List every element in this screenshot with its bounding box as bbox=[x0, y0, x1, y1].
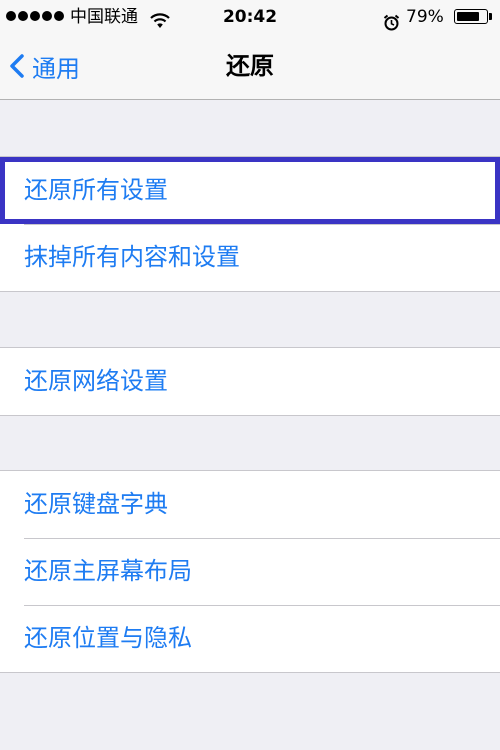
list-item-label: 还原网络设置 bbox=[24, 367, 168, 395]
list-item-label: 还原键盘字典 bbox=[24, 490, 168, 518]
list-item-label: 抹掉所有内容和设置 bbox=[24, 243, 240, 271]
other-reset-group: 还原键盘字典 还原主屏幕布局 还原位置与隐私 bbox=[0, 470, 500, 673]
network-group: 还原网络设置 bbox=[0, 347, 500, 416]
reset-keyboard-dictionary-button[interactable]: 还原键盘字典 bbox=[0, 471, 500, 538]
reset-network-settings-button[interactable]: 还原网络设置 bbox=[0, 348, 500, 415]
list-item-label: 还原所有设置 bbox=[24, 176, 168, 204]
reset-location-privacy-button[interactable]: 还原位置与隐私 bbox=[0, 605, 500, 672]
battery-percentage: 79% bbox=[406, 7, 444, 27]
list-item-label: 还原位置与隐私 bbox=[24, 624, 192, 652]
battery-level-fill bbox=[457, 12, 480, 21]
battery-nub bbox=[489, 13, 492, 20]
navigation-bar: 通用 还原 bbox=[0, 34, 500, 100]
erase-all-content-and-settings-button[interactable]: 抹掉所有内容和设置 bbox=[0, 224, 500, 291]
list-item-label: 还原主屏幕布局 bbox=[24, 557, 192, 585]
reset-home-screen-layout-button[interactable]: 还原主屏幕布局 bbox=[0, 538, 500, 605]
reset-all-settings-button[interactable]: 还原所有设置 bbox=[0, 157, 500, 224]
reset-settings-group: 还原所有设置 抹掉所有内容和设置 bbox=[0, 156, 500, 292]
page-title: 还原 bbox=[226, 52, 274, 80]
battery-icon bbox=[454, 9, 488, 24]
status-bar: 中国联通 20:42 79% bbox=[0, 0, 500, 34]
